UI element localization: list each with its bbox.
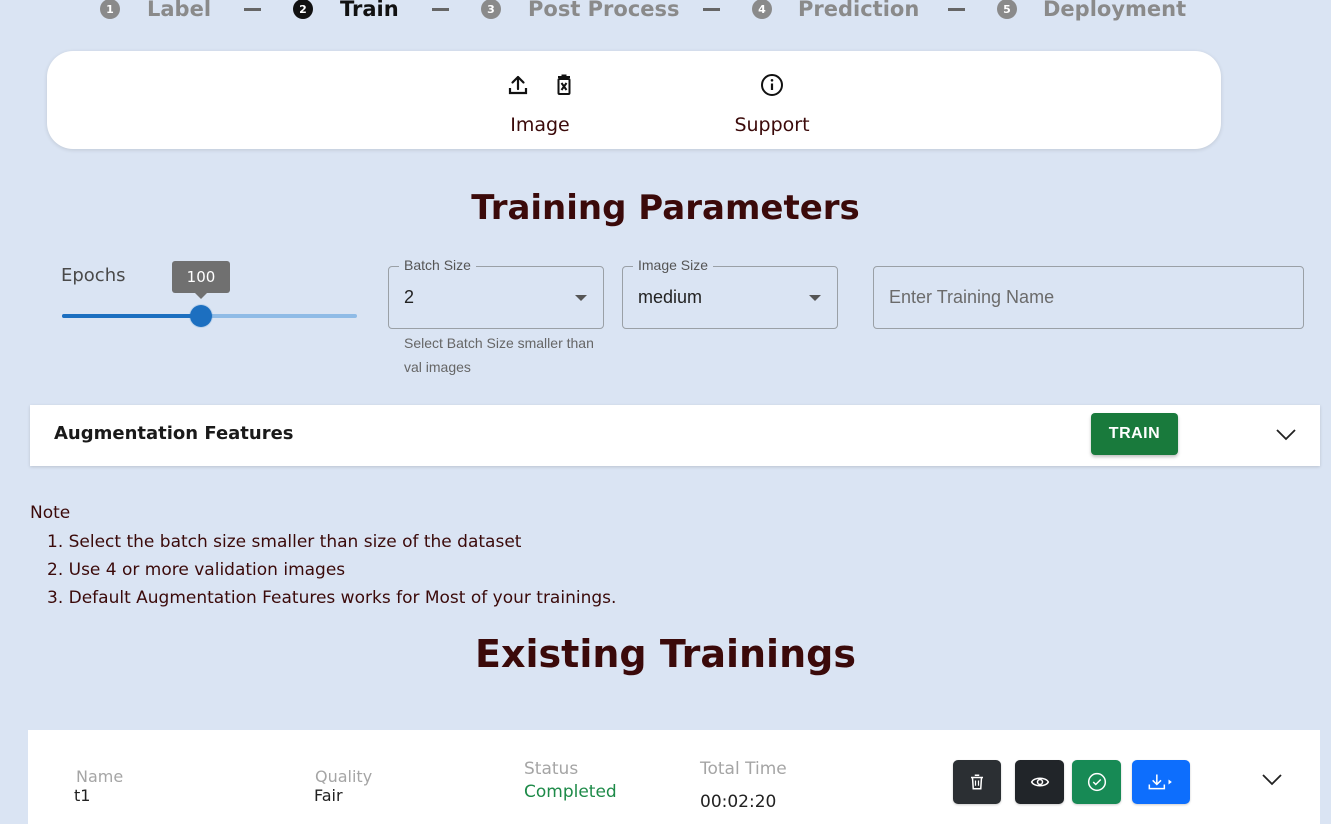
batch-size-helper-text: Select Batch Size smaller than val image… xyxy=(404,335,594,375)
step-label-text: Label xyxy=(147,0,212,21)
step-label[interactable]: 1 Label xyxy=(100,0,211,24)
augmentation-features-accordion[interactable]: Augmentation Features TRAIN xyxy=(30,405,1320,466)
step-prediction[interactable]: 4 Prediction xyxy=(752,0,919,24)
step-deployment-text: Deployment xyxy=(1043,0,1187,21)
workflow-stepper: 1 Label 2 Train 3 Post Process 4 Predict… xyxy=(0,0,1331,24)
epochs-value-tooltip: 100 xyxy=(172,261,230,299)
status-header: Status xyxy=(524,759,579,779)
download-dropdown-icon xyxy=(1148,774,1172,790)
image-size-select[interactable]: Image Size medium xyxy=(622,257,838,329)
upload-icon[interactable] xyxy=(506,73,530,97)
training-name-value: t1 xyxy=(74,786,91,805)
download-training-button[interactable] xyxy=(1132,760,1190,804)
status-value: Completed xyxy=(524,782,617,802)
step-train-text: Train xyxy=(340,0,399,21)
caret-down-icon xyxy=(809,295,821,301)
check-circle-icon xyxy=(1087,772,1106,792)
note-item: 3. Default Augmentation Features works f… xyxy=(47,588,617,608)
epochs-slider-thumb[interactable] xyxy=(189,305,212,327)
step-number-2: 2 xyxy=(293,0,313,19)
step-train[interactable]: 2 Train xyxy=(293,0,399,24)
note-heading: Note xyxy=(30,503,71,523)
quality-header: Quality xyxy=(315,767,373,786)
name-header: Name xyxy=(76,767,124,786)
training-row-card: Name t1 Quality Fair Status Completed To… xyxy=(28,730,1320,824)
step-post-process[interactable]: 3 Post Process xyxy=(481,0,680,24)
step-number-5: 5 xyxy=(997,0,1017,19)
augmentation-features-title: Augmentation Features xyxy=(54,423,294,444)
note-list: 1. Select the batch size smaller than si… xyxy=(47,530,616,614)
batch-size-label: Batch Size xyxy=(399,257,476,273)
image-menu-label[interactable]: Image xyxy=(510,114,570,136)
step-number-4: 4 xyxy=(752,0,772,19)
epochs-slider-track xyxy=(62,314,201,318)
info-icon[interactable] xyxy=(760,73,784,97)
step-deployment[interactable]: 5 Deployment xyxy=(997,0,1186,24)
note-item: 2. Use 4 or more validation images xyxy=(47,560,346,580)
total-time-header: Total Time xyxy=(700,759,787,779)
trash-icon xyxy=(971,774,983,790)
batch-size-select[interactable]: Batch Size 2 xyxy=(388,257,604,329)
chevron-down-icon[interactable] xyxy=(1275,428,1297,442)
caret-down-icon xyxy=(575,295,587,301)
step-separator xyxy=(948,8,965,11)
chevron-down-icon[interactable] xyxy=(1261,773,1283,787)
quality-value: Fair xyxy=(314,786,343,805)
eye-icon xyxy=(1030,777,1049,787)
existing-trainings-title: Existing Trainings xyxy=(475,632,856,676)
step-separator xyxy=(703,8,720,11)
training-name-input[interactable] xyxy=(873,266,1304,329)
toolbar-card: Image Support xyxy=(47,51,1221,149)
epochs-label: Epochs xyxy=(61,265,126,286)
delete-images-icon[interactable] xyxy=(552,73,576,97)
step-number-1: 1 xyxy=(100,0,120,19)
delete-training-button[interactable] xyxy=(953,760,1001,804)
note-item: 1. Select the batch size smaller than si… xyxy=(47,532,522,552)
batch-size-value: 2 xyxy=(404,287,415,307)
approve-training-button[interactable] xyxy=(1072,760,1121,804)
step-separator xyxy=(432,8,449,11)
step-post-process-text: Post Process xyxy=(528,0,680,21)
step-prediction-text: Prediction xyxy=(798,0,920,21)
image-size-label: Image Size xyxy=(633,257,714,273)
training-parameters-title: Training Parameters xyxy=(471,188,860,228)
train-button[interactable]: TRAIN xyxy=(1091,413,1178,455)
total-time-value: 00:02:20 xyxy=(700,792,777,812)
view-training-button[interactable] xyxy=(1015,760,1064,804)
step-number-3: 3 xyxy=(481,0,501,19)
step-separator xyxy=(244,8,261,11)
support-menu-label[interactable]: Support xyxy=(734,114,809,136)
image-size-value: medium xyxy=(638,287,703,307)
